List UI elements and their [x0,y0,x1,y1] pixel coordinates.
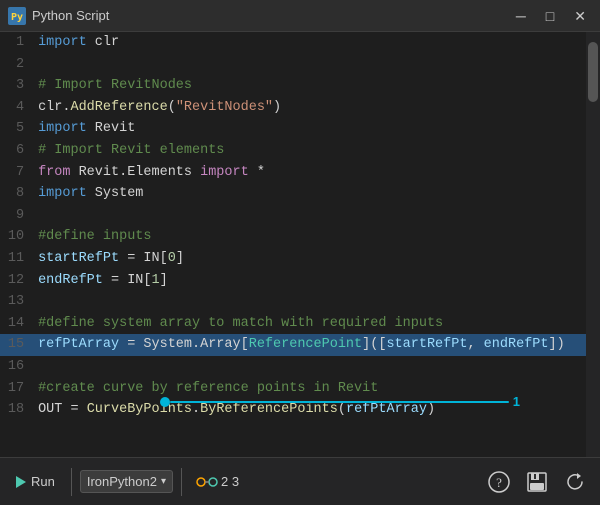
code-editor[interactable]: 1 import clr 2 3 # Import RevitNodes 4 c… [0,32,600,457]
table-row: 16 [0,356,600,378]
line-number: 5 [0,118,34,140]
annotation-dot [160,397,170,407]
line-code [34,356,600,378]
table-row: 2 [0,54,600,76]
minimize-button[interactable]: ─ [510,7,532,25]
svg-text:?: ? [496,475,502,490]
line-code: #define inputs [34,226,600,248]
line-code: import clr [34,32,600,54]
line-number: 8 [0,183,34,205]
run-button[interactable]: Run [8,470,63,493]
line-number: 12 [0,270,34,292]
line-number: 6 [0,140,34,162]
annotation-number: 1 [513,394,520,409]
help-button[interactable]: ? [482,467,516,497]
line-number: 9 [0,205,34,227]
window-title: Python Script [32,8,510,23]
line-number: 1 [0,32,34,54]
line-number: 14 [0,313,34,335]
table-row-highlighted: 15 refPtArray = System.Array[ReferencePo… [0,334,600,356]
line-annotation: 1 [160,394,520,409]
table-row: 14 #define system array to match with re… [0,313,600,335]
line-number: 18 [0,399,34,421]
help-icon: ? [488,471,510,493]
table-row: 9 [0,205,600,227]
code-table: 1 import clr 2 3 # Import RevitNodes 4 c… [0,32,600,421]
line-number: 7 [0,162,34,184]
scrollbar-thumb[interactable] [588,42,598,102]
close-button[interactable]: ✕ [568,7,592,25]
bottom-toolbar: Run IronPython2 ▾ 2 3 ? [0,457,600,505]
node-count-label: 2 3 [221,474,239,489]
line-code: # Import Revit elements [34,140,600,162]
app-icon: Py [8,7,26,25]
line-number: 3 [0,75,34,97]
save-button[interactable] [520,467,554,497]
table-row: 10 #define inputs [0,226,600,248]
svg-text:Py: Py [11,12,23,23]
line-code: endRefPt = IN[1] [34,270,600,292]
toolbar-divider-2 [181,468,182,496]
node-graph-icon [196,471,218,493]
engine-label: IronPython2 [87,474,157,489]
line-code: startRefPt = IN[0] [34,248,600,270]
line-code [34,54,600,76]
line-number: 2 [0,54,34,76]
table-row: 8 import System [0,183,600,205]
line-code: clr.AddReference("RevitNodes") [34,97,600,119]
line-number: 15 [0,334,34,356]
line-code: #define system array to match with requi… [34,313,600,335]
line-code: # Import RevitNodes [34,75,600,97]
toolbar-divider [71,468,72,496]
engine-selector[interactable]: IronPython2 ▾ [80,470,173,493]
run-label: Run [31,474,55,489]
scrollbar-track[interactable] [586,32,600,457]
line-number: 13 [0,291,34,313]
table-row: 7 from Revit.Elements import * [0,162,600,184]
line-code: import Revit [34,118,600,140]
table-row: 13 [0,291,600,313]
line-code [34,205,600,227]
reset-icon [564,471,586,493]
table-row: 3 # Import RevitNodes [0,75,600,97]
line-number: 4 [0,97,34,119]
line-code: from Revit.Elements import * [34,162,600,184]
run-triangle-icon [16,476,26,488]
line-number: 17 [0,378,34,400]
table-row: 6 # Import Revit elements [0,140,600,162]
maximize-button[interactable]: □ [540,7,560,25]
table-row: 11 startRefPt = IN[0] [0,248,600,270]
annotation-line [170,401,509,403]
table-row: 12 endRefPt = IN[1] [0,270,600,292]
chevron-down-icon: ▾ [161,476,166,487]
line-number: 10 [0,226,34,248]
window-controls: ─ □ ✕ [510,7,592,25]
line-code: import System [34,183,600,205]
line-number: 16 [0,356,34,378]
table-row: 5 import Revit [0,118,600,140]
line-code [34,291,600,313]
title-bar: Py Python Script ─ □ ✕ [0,0,600,32]
table-row: 4 clr.AddReference("RevitNodes") [0,97,600,119]
node-count[interactable]: 2 3 [190,467,245,497]
save-icon [526,471,548,493]
table-row: 1 import clr [0,32,600,54]
line-number: 11 [0,248,34,270]
line-code: refPtArray = System.Array[ReferencePoint… [34,334,600,356]
reset-button[interactable] [558,467,592,497]
